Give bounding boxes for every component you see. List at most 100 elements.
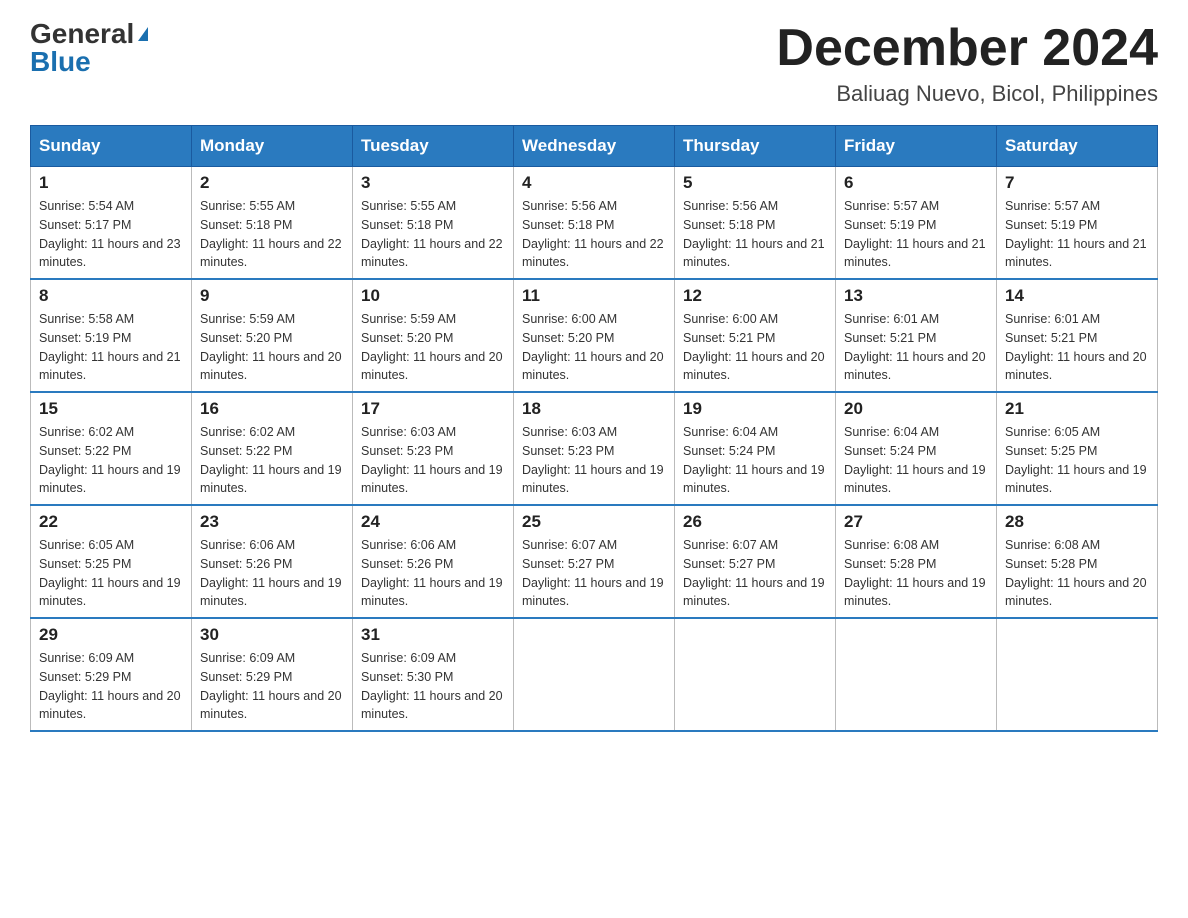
week-row-5: 29 Sunrise: 6:09 AMSunset: 5:29 PMDaylig… <box>31 618 1158 731</box>
table-row: 12 Sunrise: 6:00 AMSunset: 5:21 PMDaylig… <box>675 279 836 392</box>
table-row: 23 Sunrise: 6:06 AMSunset: 5:26 PMDaylig… <box>192 505 353 618</box>
table-row: 13 Sunrise: 6:01 AMSunset: 5:21 PMDaylig… <box>836 279 997 392</box>
table-row: 3 Sunrise: 5:55 AMSunset: 5:18 PMDayligh… <box>353 167 514 280</box>
col-friday: Friday <box>836 126 997 167</box>
table-row: 6 Sunrise: 5:57 AMSunset: 5:19 PMDayligh… <box>836 167 997 280</box>
day-number: 1 <box>39 173 183 193</box>
day-number: 16 <box>200 399 344 419</box>
calendar-header-row: Sunday Monday Tuesday Wednesday Thursday… <box>31 126 1158 167</box>
day-info: Sunrise: 6:09 AMSunset: 5:29 PMDaylight:… <box>39 649 183 724</box>
day-number: 21 <box>1005 399 1149 419</box>
table-row <box>675 618 836 731</box>
week-row-1: 1 Sunrise: 5:54 AMSunset: 5:17 PMDayligh… <box>31 167 1158 280</box>
table-row: 1 Sunrise: 5:54 AMSunset: 5:17 PMDayligh… <box>31 167 192 280</box>
table-row: 2 Sunrise: 5:55 AMSunset: 5:18 PMDayligh… <box>192 167 353 280</box>
day-info: Sunrise: 6:09 AMSunset: 5:30 PMDaylight:… <box>361 649 505 724</box>
day-info: Sunrise: 5:57 AMSunset: 5:19 PMDaylight:… <box>844 197 988 272</box>
day-info: Sunrise: 6:07 AMSunset: 5:27 PMDaylight:… <box>522 536 666 611</box>
day-info: Sunrise: 6:08 AMSunset: 5:28 PMDaylight:… <box>1005 536 1149 611</box>
day-info: Sunrise: 6:08 AMSunset: 5:28 PMDaylight:… <box>844 536 988 611</box>
table-row: 22 Sunrise: 6:05 AMSunset: 5:25 PMDaylig… <box>31 505 192 618</box>
table-row: 29 Sunrise: 6:09 AMSunset: 5:29 PMDaylig… <box>31 618 192 731</box>
table-row: 16 Sunrise: 6:02 AMSunset: 5:22 PMDaylig… <box>192 392 353 505</box>
day-info: Sunrise: 5:55 AMSunset: 5:18 PMDaylight:… <box>361 197 505 272</box>
day-number: 28 <box>1005 512 1149 532</box>
day-number: 17 <box>361 399 505 419</box>
day-info: Sunrise: 6:09 AMSunset: 5:29 PMDaylight:… <box>200 649 344 724</box>
day-number: 31 <box>361 625 505 645</box>
day-number: 24 <box>361 512 505 532</box>
logo: General Blue <box>30 20 148 76</box>
table-row: 27 Sunrise: 6:08 AMSunset: 5:28 PMDaylig… <box>836 505 997 618</box>
table-row: 15 Sunrise: 6:02 AMSunset: 5:22 PMDaylig… <box>31 392 192 505</box>
day-number: 29 <box>39 625 183 645</box>
day-number: 22 <box>39 512 183 532</box>
day-number: 30 <box>200 625 344 645</box>
table-row: 10 Sunrise: 5:59 AMSunset: 5:20 PMDaylig… <box>353 279 514 392</box>
day-number: 25 <box>522 512 666 532</box>
table-row: 9 Sunrise: 5:59 AMSunset: 5:20 PMDayligh… <box>192 279 353 392</box>
col-saturday: Saturday <box>997 126 1158 167</box>
day-number: 26 <box>683 512 827 532</box>
day-info: Sunrise: 6:02 AMSunset: 5:22 PMDaylight:… <box>200 423 344 498</box>
day-number: 2 <box>200 173 344 193</box>
table-row: 24 Sunrise: 6:06 AMSunset: 5:26 PMDaylig… <box>353 505 514 618</box>
week-row-2: 8 Sunrise: 5:58 AMSunset: 5:19 PMDayligh… <box>31 279 1158 392</box>
day-number: 12 <box>683 286 827 306</box>
day-number: 5 <box>683 173 827 193</box>
table-row: 14 Sunrise: 6:01 AMSunset: 5:21 PMDaylig… <box>997 279 1158 392</box>
day-info: Sunrise: 5:56 AMSunset: 5:18 PMDaylight:… <box>522 197 666 272</box>
table-row: 19 Sunrise: 6:04 AMSunset: 5:24 PMDaylig… <box>675 392 836 505</box>
table-row <box>836 618 997 731</box>
col-thursday: Thursday <box>675 126 836 167</box>
table-row: 5 Sunrise: 5:56 AMSunset: 5:18 PMDayligh… <box>675 167 836 280</box>
table-row: 11 Sunrise: 6:00 AMSunset: 5:20 PMDaylig… <box>514 279 675 392</box>
day-info: Sunrise: 6:05 AMSunset: 5:25 PMDaylight:… <box>39 536 183 611</box>
day-number: 15 <box>39 399 183 419</box>
table-row: 4 Sunrise: 5:56 AMSunset: 5:18 PMDayligh… <box>514 167 675 280</box>
table-row: 18 Sunrise: 6:03 AMSunset: 5:23 PMDaylig… <box>514 392 675 505</box>
day-number: 6 <box>844 173 988 193</box>
table-row: 31 Sunrise: 6:09 AMSunset: 5:30 PMDaylig… <box>353 618 514 731</box>
logo-blue-text: Blue <box>30 48 91 76</box>
day-info: Sunrise: 5:55 AMSunset: 5:18 PMDaylight:… <box>200 197 344 272</box>
day-number: 20 <box>844 399 988 419</box>
day-number: 13 <box>844 286 988 306</box>
day-number: 3 <box>361 173 505 193</box>
location-title: Baliuag Nuevo, Bicol, Philippines <box>776 81 1158 107</box>
day-number: 10 <box>361 286 505 306</box>
day-info: Sunrise: 6:06 AMSunset: 5:26 PMDaylight:… <box>361 536 505 611</box>
day-number: 14 <box>1005 286 1149 306</box>
day-info: Sunrise: 6:06 AMSunset: 5:26 PMDaylight:… <box>200 536 344 611</box>
col-tuesday: Tuesday <box>353 126 514 167</box>
day-number: 27 <box>844 512 988 532</box>
day-info: Sunrise: 5:59 AMSunset: 5:20 PMDaylight:… <box>200 310 344 385</box>
table-row: 17 Sunrise: 6:03 AMSunset: 5:23 PMDaylig… <box>353 392 514 505</box>
day-info: Sunrise: 6:00 AMSunset: 5:21 PMDaylight:… <box>683 310 827 385</box>
calendar-table: Sunday Monday Tuesday Wednesday Thursday… <box>30 125 1158 732</box>
day-number: 11 <box>522 286 666 306</box>
day-info: Sunrise: 5:58 AMSunset: 5:19 PMDaylight:… <box>39 310 183 385</box>
table-row: 7 Sunrise: 5:57 AMSunset: 5:19 PMDayligh… <box>997 167 1158 280</box>
table-row: 26 Sunrise: 6:07 AMSunset: 5:27 PMDaylig… <box>675 505 836 618</box>
day-info: Sunrise: 5:57 AMSunset: 5:19 PMDaylight:… <box>1005 197 1149 272</box>
logo-general-text: General <box>30 20 134 48</box>
col-sunday: Sunday <box>31 126 192 167</box>
day-number: 8 <box>39 286 183 306</box>
day-info: Sunrise: 6:04 AMSunset: 5:24 PMDaylight:… <box>844 423 988 498</box>
table-row: 8 Sunrise: 5:58 AMSunset: 5:19 PMDayligh… <box>31 279 192 392</box>
day-info: Sunrise: 5:54 AMSunset: 5:17 PMDaylight:… <box>39 197 183 272</box>
day-info: Sunrise: 6:01 AMSunset: 5:21 PMDaylight:… <box>1005 310 1149 385</box>
table-row: 21 Sunrise: 6:05 AMSunset: 5:25 PMDaylig… <box>997 392 1158 505</box>
day-number: 19 <box>683 399 827 419</box>
day-number: 4 <box>522 173 666 193</box>
day-number: 7 <box>1005 173 1149 193</box>
day-info: Sunrise: 5:59 AMSunset: 5:20 PMDaylight:… <box>361 310 505 385</box>
table-row: 20 Sunrise: 6:04 AMSunset: 5:24 PMDaylig… <box>836 392 997 505</box>
table-row: 30 Sunrise: 6:09 AMSunset: 5:29 PMDaylig… <box>192 618 353 731</box>
table-row <box>997 618 1158 731</box>
day-info: Sunrise: 6:02 AMSunset: 5:22 PMDaylight:… <box>39 423 183 498</box>
month-title: December 2024 <box>776 20 1158 77</box>
day-info: Sunrise: 6:04 AMSunset: 5:24 PMDaylight:… <box>683 423 827 498</box>
day-info: Sunrise: 6:07 AMSunset: 5:27 PMDaylight:… <box>683 536 827 611</box>
